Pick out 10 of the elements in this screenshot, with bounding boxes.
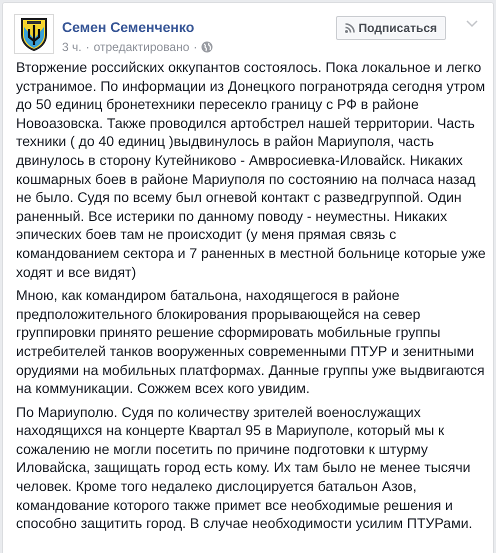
post-paragraph: Мною, как командиром батальона, находящегося в районе предположительного блокирования прорывающейся на север группировки принято решение сформировать мобильные группы истребителей танков вооруженных современными ПТУР и зенитными орудиями на мобильных платформах. Данные группы уже выдвигаются на коммуникации. Сожжем всех кого увидим. bbox=[16, 286, 486, 398]
subscribe-button[interactable]: Подписаться bbox=[336, 16, 446, 40]
post-paragraph: По Мариуполю. Судя по количеству зрителей военослужащих находящихся на концерте Квартал 95 в Мариуполе, который мы к сожалению не могли посетить по причине подготовки к штурму Иловайска, защищать город есть кому. Их там было не менее тысячи человек. Кроме того недалеко дислоцируется батальон Азов, командование которого также примет все необходимые решения и способно защитить город. В случае необходимости усилим ПТУРами. bbox=[16, 402, 474, 533]
profile-avatar[interactable] bbox=[14, 14, 54, 54]
separator-dot: · bbox=[86, 40, 90, 54]
rss-icon bbox=[344, 23, 355, 33]
shield-icon bbox=[20, 17, 48, 51]
separator-dot: · bbox=[193, 40, 198, 54]
post-paragraph: Вторжение российских оккупантов состоялось. Пока локальное и легко устранимое. По информации из Донецкого погранотряда сегодня утром до 50 единиц бронетехники пересекло границу с РФ в районе Новоазовска. Также проводился артобстрел нашей территории. Часть техники ( до 40 единиц )выдвинулось в район Мариуполя, часть двинулось в сторону Кутейниково - Амвросиевка-Иловайск. Никаких кошмарных боев в районе Мариуполя по состоянию на полчаса назад не было. Судя по всему был огневой контакт с разведгруппой. Один раненный. Все истерики по данному поводу - неуместны. Никаких эпических боев там не происходит (у меня прямая связь с командованием сектора и 7 раненных в местной больнице которые уже ходят и все видят) bbox=[16, 58, 487, 282]
author-name[interactable]: Семен Семенченко bbox=[62, 19, 194, 35]
